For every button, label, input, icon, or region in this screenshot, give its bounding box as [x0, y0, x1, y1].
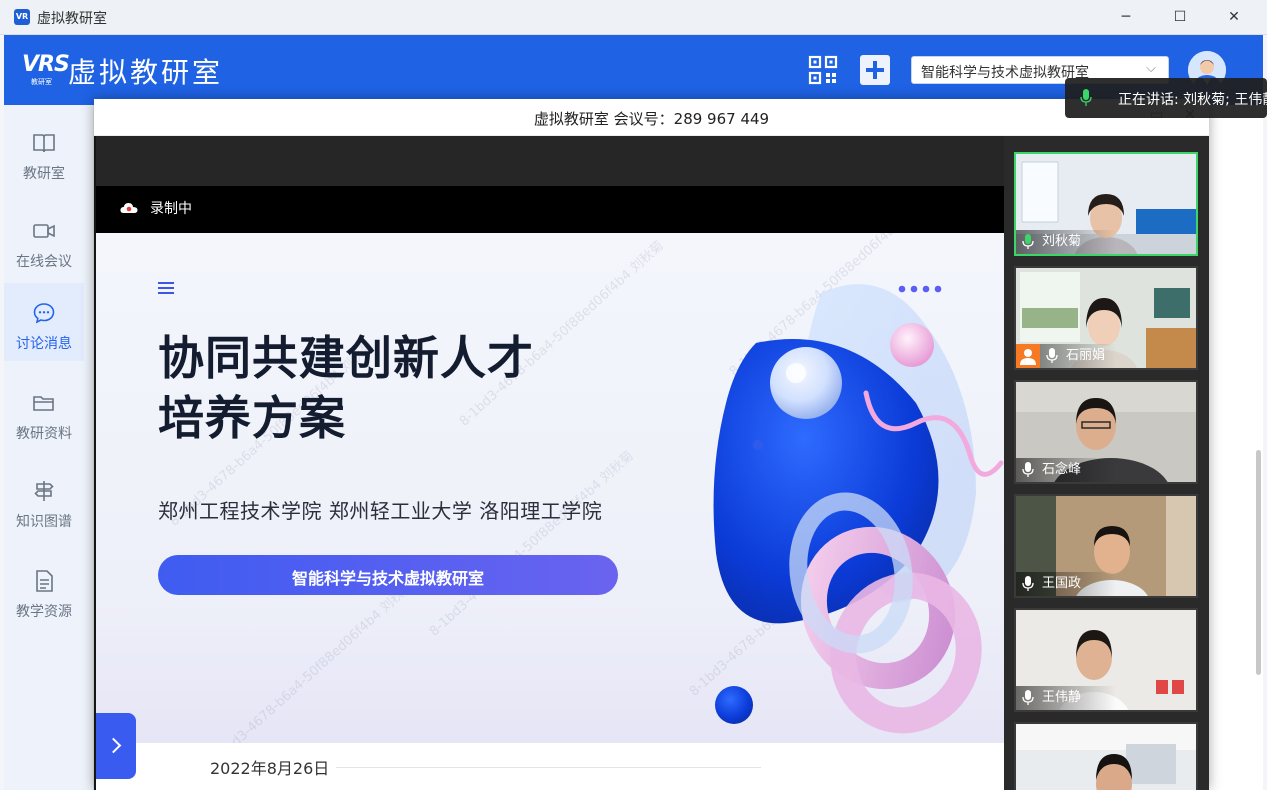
app-window: VR 虚拟教研室 ─ ☐ ✕ VRS 教研室 虚拟教研室 智能科学与技术虚拟教研… — [0, 0, 1267, 790]
participant-name: 王伟静 — [1042, 690, 1082, 705]
document-icon — [36, 570, 53, 592]
presentation-slide: 8-1bd3-4678-b6a4-50f88ed06f4b4 刘秋菊 8-1bd… — [96, 233, 1004, 743]
host-badge-icon — [1016, 344, 1040, 368]
participant-tile[interactable]: 王国政 — [1014, 494, 1198, 598]
minimize-button[interactable]: ─ — [1106, 5, 1146, 29]
slide-title-line2: 培养方案 — [158, 391, 346, 445]
sidebar-item-teaching-resources[interactable]: 教学资源 — [4, 551, 84, 629]
slide-footer-divider — [336, 767, 761, 768]
logo-mark: VRS 教研室 — [22, 52, 70, 87]
slide-footer: 2022年8月26日 — [96, 743, 1004, 790]
slide-title-line1: 协同共建创新人才 — [158, 331, 534, 385]
participant-tile[interactable]: 刘秋菊 — [1014, 152, 1198, 256]
qr-code-icon — [808, 55, 838, 85]
participant-name: 刘秋菊 — [1042, 234, 1082, 249]
room-select-value: 智能科学与技术虚拟教研室 — [921, 65, 1089, 81]
mic-icon[interactable] — [1022, 576, 1034, 592]
share-top-bar — [96, 136, 1004, 186]
chat-bubble-icon — [33, 303, 55, 324]
participant-tile[interactable]: 石丽娟 — [1014, 266, 1198, 370]
page-scrollbar[interactable] — [1256, 450, 1261, 675]
hamburger-menu-icon — [158, 282, 174, 294]
meeting-window: 虚拟教研室 会议号：289 967 449 ▭ ✕ 录制中 8-1bd3-467… — [94, 99, 1209, 790]
sidebar-item-label: 讨论消息 — [16, 336, 72, 352]
logo-sub: 教研室 — [31, 78, 52, 86]
logo-vrs: VRS — [22, 52, 70, 77]
background-content-pane — [1209, 105, 1263, 790]
app-icon: VR — [14, 9, 30, 25]
participant-name: 王国政 — [1042, 576, 1082, 591]
recording-status: 录制中 — [150, 201, 192, 217]
screen-share-area: 录制中 8-1bd3-4678-b6a4-50f88ed06f4b4 刘秋菊 8… — [96, 136, 1004, 790]
logo-text: 虚拟教研室 — [68, 56, 224, 89]
sidebar-item-label: 教学资源 — [16, 604, 72, 620]
participant-list[interactable]: 刘秋菊 石丽娟 石念峰 王国政 王伟静 — [1004, 136, 1209, 790]
meeting-title: 虚拟教研室 会议号：289 967 449 — [533, 110, 770, 128]
participant-tile[interactable] — [1014, 722, 1198, 790]
participant-tile[interactable]: 王伟静 — [1014, 608, 1198, 712]
sidebar-item-label: 在线会议 — [16, 254, 72, 270]
mic-icon[interactable] — [1022, 462, 1034, 478]
sidebar: 教研室 在线会议 讨论消息 教研资料 知识图谱 教学资源 — [4, 105, 94, 790]
mic-icon[interactable] — [1022, 690, 1034, 706]
cloud-record-icon — [120, 203, 138, 213]
sidebar-item-label: 知识图谱 — [16, 514, 72, 530]
participant-name: 石念峰 — [1042, 462, 1082, 477]
sidebar-item-online-meeting[interactable]: 在线会议 — [4, 201, 84, 279]
speaking-indicator-text: 正在讲话: 刘秋菊; 王伟静 — [1118, 92, 1267, 108]
qr-code-button[interactable] — [808, 55, 838, 85]
slide-pill-banner: 智能科学与技术虚拟教研室 — [158, 555, 618, 595]
add-button[interactable] — [860, 55, 890, 85]
slide-schools: 郑州工程技术学院 郑州轻工业大学 洛阳理工学院 — [158, 499, 603, 523]
book-icon — [33, 134, 55, 153]
watermark: 8-1bd3-4678-b6a4-50f88ed06f4b4 刘秋菊 — [426, 448, 637, 640]
window-title: 虚拟教研室 — [37, 11, 107, 27]
mic-on-icon[interactable] — [1022, 234, 1034, 250]
participant-name: 石丽娟 — [1066, 348, 1106, 363]
participant-tile[interactable]: 石念峰 — [1014, 380, 1198, 484]
watermark: 8-1bd3-4678-b6a4-50f88ed06f4b4 刘秋菊 — [206, 578, 417, 743]
recording-bar: 录制中 — [96, 186, 1004, 233]
participant-video — [1016, 724, 1196, 790]
close-button[interactable]: ✕ — [1214, 5, 1254, 29]
slide-date: 2022年8月26日 — [210, 759, 330, 778]
mic-icon[interactable] — [1046, 348, 1058, 364]
mic-on-icon — [1080, 89, 1092, 106]
window-titlebar: VR 虚拟教研室 ─ ☐ ✕ — [0, 0, 1267, 35]
signpost-icon — [34, 481, 54, 501]
folder-icon — [33, 396, 54, 411]
slide-3d-illustration — [713, 284, 1004, 734]
video-camera-icon — [33, 224, 55, 238]
slide-pill-text: 智能科学与技术虚拟教研室 — [291, 569, 484, 588]
speaking-indicator-toast: 正在讲话: 刘秋菊; 王伟静 — [1065, 78, 1267, 118]
sidebar-item-knowledge-graph[interactable]: 知识图谱 — [4, 461, 84, 539]
sidebar-item-research-materials[interactable]: 教研资料 — [4, 373, 84, 451]
maximize-button[interactable]: ☐ — [1160, 5, 1200, 29]
chevron-down-icon: ⌵ — [1146, 61, 1156, 76]
sidebar-item-label: 教研室 — [23, 166, 65, 182]
sidebar-item-classroom[interactable]: 教研室 — [4, 113, 84, 191]
sidebar-item-discussion[interactable]: 讨论消息 — [4, 283, 84, 361]
sidebar-item-label: 教研资料 — [16, 426, 72, 442]
next-slide-button[interactable] — [96, 713, 136, 779]
meeting-titlebar: 虚拟教研室 会议号：289 967 449 ▭ ✕ — [94, 99, 1209, 136]
